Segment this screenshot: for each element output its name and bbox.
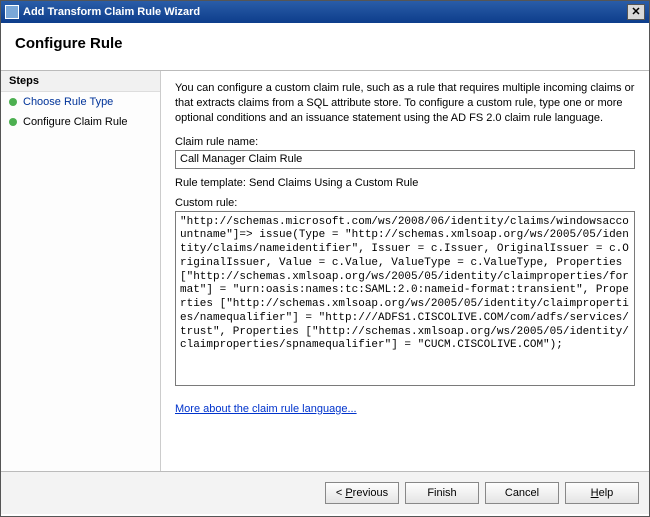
finish-button[interactable]: Finish xyxy=(405,482,479,504)
wizard-footer: < Previous Finish Cancel Help xyxy=(1,472,649,514)
step-bullet-icon xyxy=(9,98,17,106)
close-icon[interactable]: ✕ xyxy=(627,4,645,20)
claim-rule-name-input[interactable] xyxy=(175,150,635,169)
step-choose-rule-type[interactable]: Choose Rule Type xyxy=(1,92,160,112)
steps-header: Steps xyxy=(1,71,160,92)
claim-rule-name-label: Claim rule name: xyxy=(175,136,635,148)
step-bullet-icon xyxy=(9,118,17,126)
claim-rule-language-link[interactable]: More about the claim rule language... xyxy=(175,403,357,415)
custom-rule-label: Custom rule: xyxy=(175,197,635,209)
help-button[interactable]: Help xyxy=(565,482,639,504)
description-text: You can configure a custom claim rule, s… xyxy=(175,81,635,126)
step-label: Choose Rule Type xyxy=(23,96,113,108)
page-title: Configure Rule xyxy=(15,35,635,52)
wizard-header: Configure Rule xyxy=(1,23,649,71)
main-panel: You can configure a custom claim rule, s… xyxy=(161,71,649,471)
app-icon xyxy=(5,5,19,19)
titlebar: Add Transform Claim Rule Wizard ✕ xyxy=(1,1,649,23)
previous-button[interactable]: < Previous xyxy=(325,482,399,504)
rule-template-label: Rule template: Send Claims Using a Custo… xyxy=(175,177,635,189)
steps-sidebar: Steps Choose Rule Type Configure Claim R… xyxy=(1,71,161,471)
step-label: Configure Claim Rule xyxy=(23,116,128,128)
window-title: Add Transform Claim Rule Wizard xyxy=(23,6,200,18)
cancel-button[interactable]: Cancel xyxy=(485,482,559,504)
custom-rule-textarea[interactable] xyxy=(175,211,635,386)
step-configure-claim-rule[interactable]: Configure Claim Rule xyxy=(1,112,160,132)
